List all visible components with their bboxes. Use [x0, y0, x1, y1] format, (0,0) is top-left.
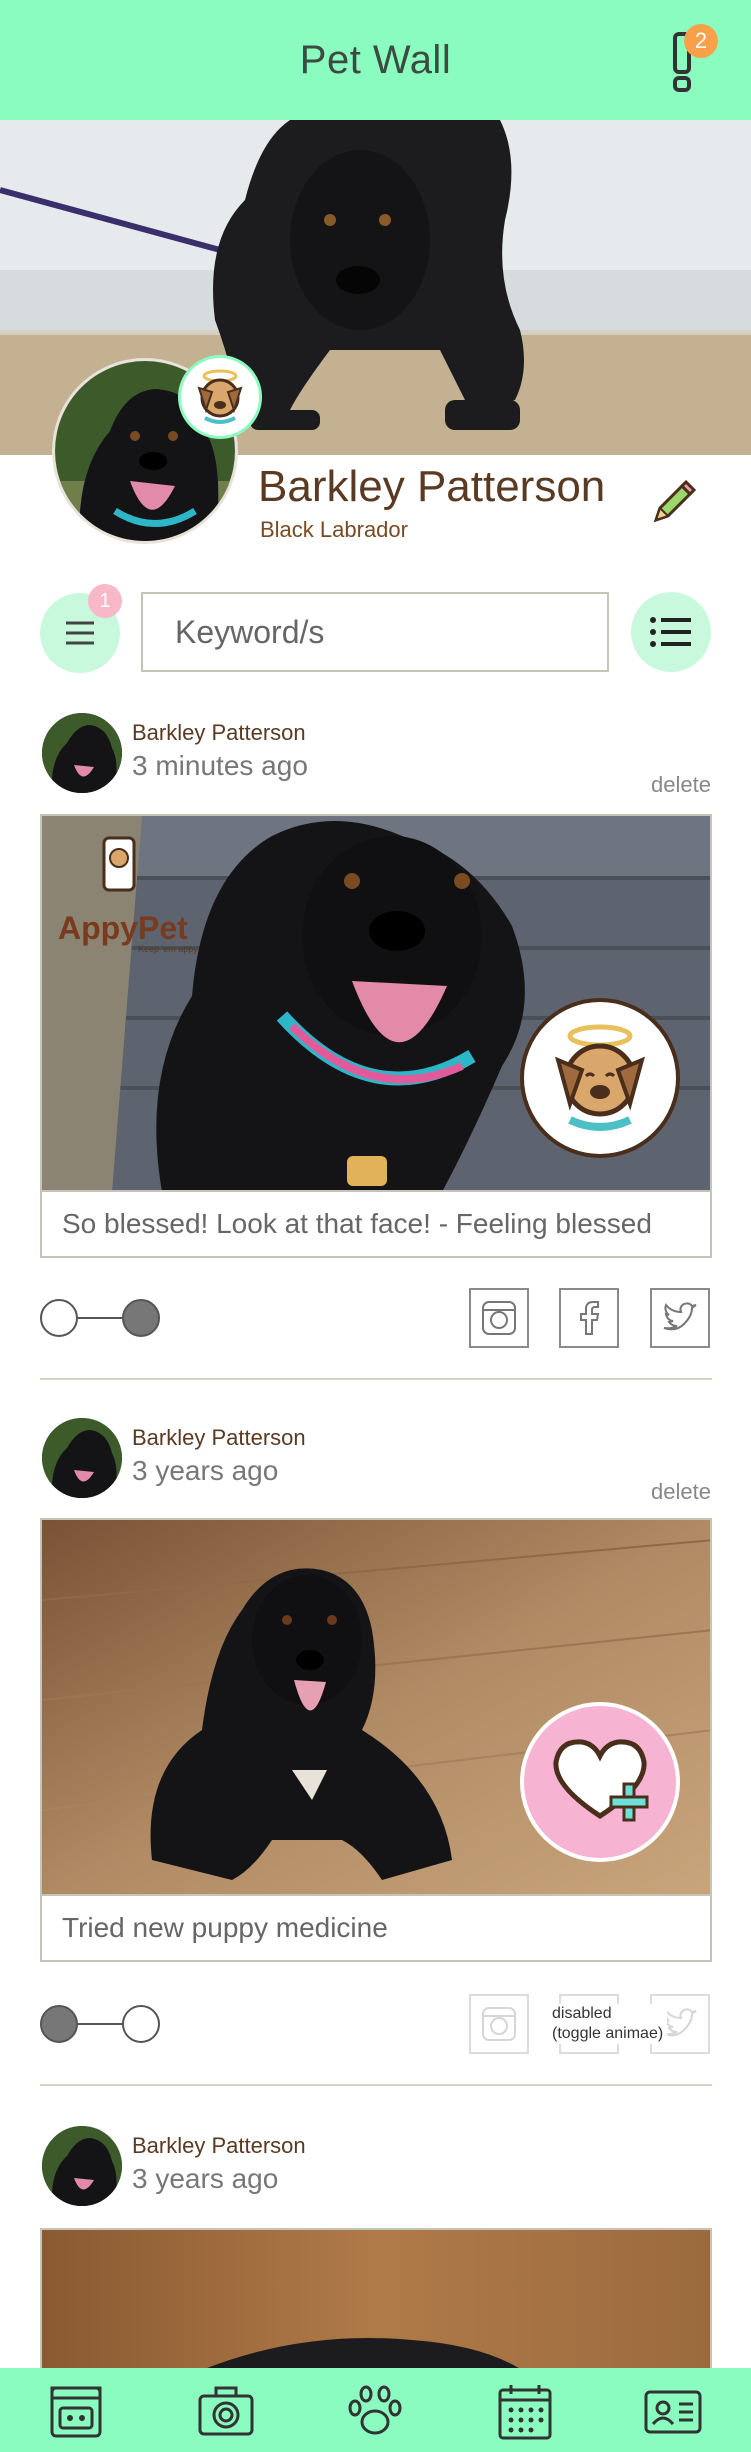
- instagram-icon: [482, 1301, 516, 1335]
- instagram-share-button[interactable]: [469, 1288, 529, 1348]
- profile-breed: Black Labrador: [260, 517, 408, 542]
- post-caption: Tried new puppy medicine: [40, 1894, 712, 1962]
- pencil-icon[interactable]: [648, 480, 696, 528]
- dog-bowl-icon[interactable]: [46, 2382, 106, 2442]
- post-author[interactable]: Barkley Patterson: [132, 720, 306, 746]
- notification-badge: 2: [684, 24, 718, 58]
- toggle-knob-on: [122, 1299, 160, 1337]
- disabled-note: disabled (toggle animae): [548, 2004, 668, 2044]
- id-card-icon[interactable]: [643, 2382, 703, 2442]
- angel-dog-badge: [178, 355, 262, 439]
- disabled-note-line1: disabled: [552, 2005, 612, 2022]
- post-author[interactable]: Barkley Patterson: [132, 1425, 306, 1451]
- instagram-icon: [482, 2007, 516, 2041]
- post-timestamp: 3 years ago: [132, 2163, 279, 2194]
- share-toggle[interactable]: [40, 2004, 162, 2044]
- post-timestamp: 3 years ago: [132, 1455, 279, 1486]
- camera-icon[interactable]: [196, 2382, 256, 2442]
- post-avatar[interactable]: [42, 713, 122, 793]
- toggle-track: [78, 2023, 124, 2025]
- angel-dog-icon: [554, 1024, 646, 1131]
- toggle-track: [78, 1317, 124, 1319]
- post-caption: So blessed! Look at that face! - Feeling…: [40, 1190, 712, 1258]
- post-timestamp: 3 minutes ago: [132, 750, 308, 781]
- post-avatar[interactable]: [42, 1418, 122, 1498]
- toggle-knob-off: [40, 1299, 78, 1337]
- profile-name: Barkley Patterson: [258, 462, 606, 511]
- post-photo[interactable]: [40, 1518, 712, 1894]
- paw-icon[interactable]: [345, 2382, 405, 2442]
- search-input[interactable]: [141, 592, 609, 672]
- heart-plus-icon: [553, 1739, 649, 1822]
- delete-post-link[interactable]: delete: [651, 1479, 711, 1505]
- page-title: Pet Wall: [299, 38, 452, 82]
- list-icon: [650, 617, 691, 647]
- post-divider: [40, 1378, 712, 1380]
- toggle-knob-off: [122, 2005, 160, 2043]
- twitter-icon: [663, 1302, 697, 1331]
- appypet-tagline: Keep 'em appy: [138, 944, 198, 954]
- share-toggle[interactable]: [40, 1298, 162, 1338]
- mood-badge: [520, 998, 680, 1158]
- menu-badge: 1: [88, 584, 122, 618]
- disabled-note-line2: (toggle animae): [552, 2025, 664, 2042]
- post-photo[interactable]: AppyPet Keep 'em appy: [40, 814, 712, 1190]
- facebook-share-button[interactable]: [559, 1288, 619, 1348]
- delete-post-link[interactable]: delete: [651, 772, 711, 798]
- mood-badge: [520, 1702, 680, 1862]
- bottom-nav: [0, 2368, 751, 2452]
- instagram-share-button: [469, 1994, 529, 2054]
- post-avatar[interactable]: [42, 2126, 122, 2206]
- post-divider: [40, 2084, 712, 2086]
- appypet-watermark: AppyPet: [58, 910, 188, 946]
- twitter-share-button[interactable]: [650, 1288, 710, 1348]
- calendar-icon[interactable]: [495, 2382, 555, 2442]
- post-photo[interactable]: [40, 2228, 712, 2368]
- app-header: Pet Wall: [0, 0, 751, 120]
- toggle-knob-on: [40, 2005, 78, 2043]
- phone-logo-icon: [102, 836, 136, 892]
- list-view-button[interactable]: [631, 592, 711, 672]
- post-author[interactable]: Barkley Patterson: [132, 2133, 306, 2159]
- facebook-icon: [580, 1301, 600, 1335]
